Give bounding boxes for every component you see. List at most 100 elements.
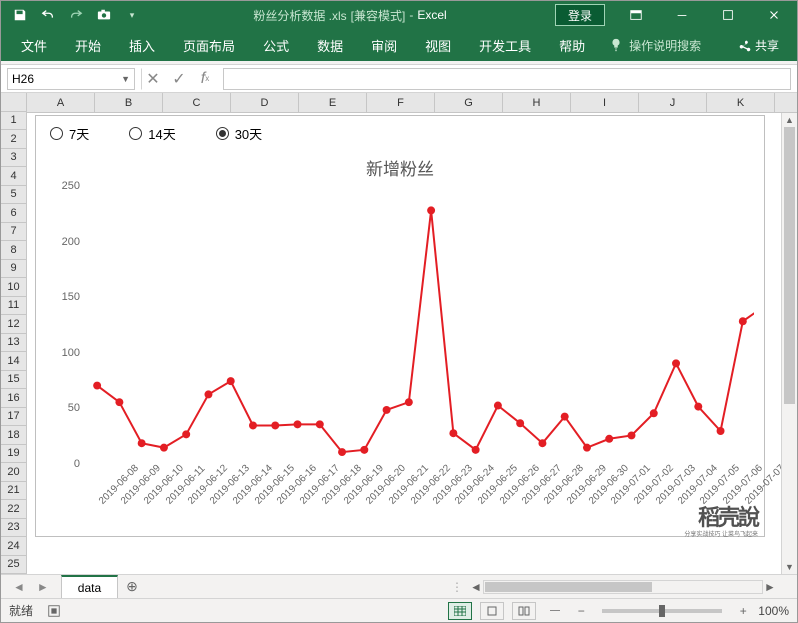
chart-range-option[interactable]: 30天 <box>216 124 262 143</box>
scroll-right-arrow[interactable]: ► <box>763 580 777 594</box>
y-axis-tick: 250 <box>62 180 80 192</box>
radio-label: 30天 <box>235 124 262 143</box>
compat-mode: [兼容模式] <box>351 7 406 24</box>
macro-record-icon[interactable] <box>47 604 61 618</box>
row-header[interactable]: 24 <box>1 537 26 556</box>
tab-view[interactable]: 视图 <box>411 29 465 61</box>
row-header[interactable]: 5 <box>1 186 26 205</box>
zoom-out-button[interactable]: − <box>574 604 588 618</box>
tab-file[interactable]: 文件 <box>7 29 61 61</box>
add-sheet-button[interactable]: ⊕ <box>118 578 146 595</box>
row-header[interactable]: 17 <box>1 408 26 427</box>
chart-object[interactable]: 7天14天30天 新增粉丝 050100150200250 2019-06-08… <box>35 115 765 537</box>
ribbon-options-button[interactable] <box>613 1 659 29</box>
insert-function-button[interactable]: fx <box>193 68 217 90</box>
row-header[interactable]: 18 <box>1 426 26 445</box>
view-normal-button[interactable] <box>448 602 472 620</box>
column-header[interactable]: A <box>27 93 95 112</box>
minimize-button[interactable] <box>659 1 705 29</box>
scroll-up-arrow[interactable]: ▲ <box>782 113 797 127</box>
share-button[interactable]: 共享 <box>725 37 791 54</box>
scroll-left-arrow[interactable]: ◄ <box>469 580 483 594</box>
row-header[interactable]: 25 <box>1 556 26 575</box>
column-header[interactable]: C <box>163 93 231 112</box>
close-button[interactable] <box>751 1 797 29</box>
horizontal-scroll-thumb[interactable] <box>485 582 652 592</box>
view-pagebreak-button[interactable] <box>512 602 536 620</box>
zoom-in-button[interactable]: + <box>736 604 750 618</box>
watermark-logo: 稻壳說 <box>698 500 758 532</box>
tab-home[interactable]: 开始 <box>61 29 115 61</box>
view-pagelayout-button[interactable] <box>480 602 504 620</box>
row-header[interactable]: 3 <box>1 149 26 168</box>
row-header[interactable]: 4 <box>1 167 26 186</box>
zoom-slider[interactable] <box>602 609 722 613</box>
row-header[interactable]: 6 <box>1 204 26 223</box>
row-header[interactable]: 7 <box>1 223 26 242</box>
column-header[interactable]: B <box>95 93 163 112</box>
row-header[interactable]: 15 <box>1 371 26 390</box>
column-header[interactable]: F <box>367 93 435 112</box>
signin-button[interactable]: 登录 <box>555 4 605 26</box>
column-header[interactable]: I <box>571 93 639 112</box>
y-axis-tick: 150 <box>62 291 80 303</box>
y-axis-tick: 200 <box>62 236 80 248</box>
row-header[interactable]: 21 <box>1 482 26 501</box>
select-all-corner[interactable] <box>1 93 26 112</box>
tab-pagelayout[interactable]: 页面布局 <box>169 29 249 61</box>
row-header[interactable]: 1 <box>1 112 26 131</box>
sheet-nav-prev[interactable]: ◄ <box>9 580 29 594</box>
radio-icon <box>50 127 63 140</box>
name-box[interactable]: H26 ▼ <box>7 68 135 90</box>
column-header[interactable]: H <box>503 93 571 112</box>
column-header[interactable]: G <box>435 93 503 112</box>
quickaccess-customize[interactable]: ▾ <box>119 3 145 27</box>
save-button[interactable] <box>7 3 33 27</box>
tab-formulas[interactable]: 公式 <box>249 29 303 61</box>
row-header[interactable]: 2 <box>1 130 26 149</box>
radio-label: 7天 <box>69 124 89 143</box>
row-header[interactable]: 16 <box>1 389 26 408</box>
tell-me-search[interactable]: 操作说明搜索 <box>599 37 711 54</box>
row-header[interactable]: 10 <box>1 278 26 297</box>
row-header[interactable]: 19 <box>1 445 26 464</box>
vertical-scroll-thumb[interactable] <box>784 127 795 404</box>
row-header[interactable]: 13 <box>1 334 26 353</box>
row-header[interactable]: 14 <box>1 352 26 371</box>
tab-insert[interactable]: 插入 <box>115 29 169 61</box>
cancel-formula-button[interactable]: ✕ <box>141 68 165 90</box>
maximize-button[interactable] <box>705 1 751 29</box>
row-header[interactable]: 20 <box>1 463 26 482</box>
column-header[interactable]: K <box>707 93 775 112</box>
zoom-level[interactable]: 100% <box>758 604 789 618</box>
row-header[interactable]: 9 <box>1 260 26 279</box>
tab-review[interactable]: 审阅 <box>357 29 411 61</box>
undo-button[interactable] <box>35 3 61 27</box>
tab-data[interactable]: 数据 <box>303 29 357 61</box>
column-header[interactable]: D <box>231 93 299 112</box>
zoom-thumb[interactable] <box>659 605 665 617</box>
document-title: 粉丝分析数据 .xls <box>253 7 346 24</box>
column-header[interactable]: E <box>299 93 367 112</box>
row-header[interactable]: 23 <box>1 519 26 538</box>
scroll-down-arrow[interactable]: ▼ <box>782 560 797 574</box>
row-header[interactable]: 22 <box>1 500 26 519</box>
tab-help[interactable]: 帮助 <box>545 29 599 61</box>
redo-button[interactable] <box>63 3 89 27</box>
chart-range-option[interactable]: 14天 <box>129 124 175 143</box>
row-header[interactable]: 8 <box>1 241 26 260</box>
sheet-nav-next[interactable]: ► <box>33 580 53 594</box>
camera-button[interactable] <box>91 3 117 27</box>
formula-input[interactable] <box>223 68 791 90</box>
chart-range-option[interactable]: 7天 <box>50 124 89 143</box>
sheet-tab-data[interactable]: data <box>61 575 118 599</box>
column-header[interactable]: J <box>639 93 707 112</box>
app-name: Excel <box>417 8 446 22</box>
enter-formula-button[interactable]: ✓ <box>167 68 191 90</box>
row-header[interactable]: 11 <box>1 297 26 316</box>
tab-developer[interactable]: 开发工具 <box>465 29 545 61</box>
horizontal-scrollbar[interactable] <box>483 580 763 594</box>
row-header[interactable]: 12 <box>1 315 26 334</box>
vertical-scrollbar[interactable]: ▲ ▼ <box>781 113 797 574</box>
radio-icon <box>216 127 229 140</box>
